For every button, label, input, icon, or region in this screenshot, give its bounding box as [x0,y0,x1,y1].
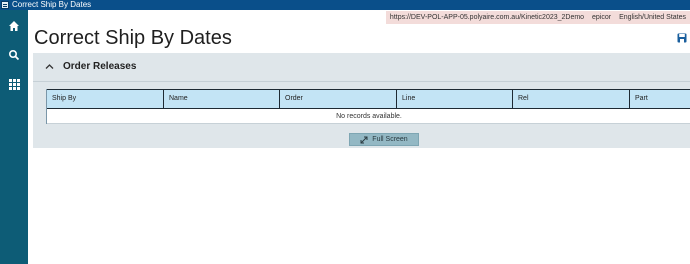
sidebar [0,10,28,264]
full-screen-button[interactable]: Full Screen [349,133,419,146]
panel-title: Order Releases [63,61,137,72]
language[interactable]: English/United States [619,14,686,21]
search-icon [8,49,20,61]
app-window-icon [1,1,9,9]
home-button[interactable] [4,16,24,36]
session-context: https://DEV-POL-APP-05.polyaire.com.au/K… [385,11,690,24]
column-header[interactable]: Name [164,90,280,108]
column-header[interactable]: Line [397,90,513,108]
home-icon [9,21,19,31]
column-header[interactable]: Ship By [47,90,164,108]
page-title: Correct Ship By Dates [34,27,232,49]
window-titlebar: Correct Ship By Dates [0,0,690,10]
expand-icon [360,136,368,143]
apps-grid-icon [8,78,20,90]
chevron-up-icon[interactable] [45,63,54,70]
user-name[interactable]: epicor [592,14,611,21]
apps-button[interactable] [4,74,24,94]
grid-header: Ship By Name Order Line Rel Part [47,89,690,109]
order-releases-grid: Ship By Name Order Line Rel Part No reco… [46,89,690,124]
top-bar: https://DEV-POL-APP-05.polyaire.com.au/K… [28,10,690,25]
full-screen-label: Full Screen [372,136,408,143]
server-url: https://DEV-POL-APP-05.polyaire.com.au/K… [389,14,585,21]
panel-divider [33,81,690,82]
window-title: Correct Ship By Dates [12,0,92,9]
save-icon[interactable] [677,33,687,43]
column-header[interactable]: Order [280,90,397,108]
search-button[interactable] [4,45,24,65]
column-header[interactable]: Part [630,90,690,108]
panel-header[interactable]: Order Releases [33,53,690,81]
grid-empty-message: No records available. [47,109,690,124]
column-header[interactable]: Rel [513,90,630,108]
